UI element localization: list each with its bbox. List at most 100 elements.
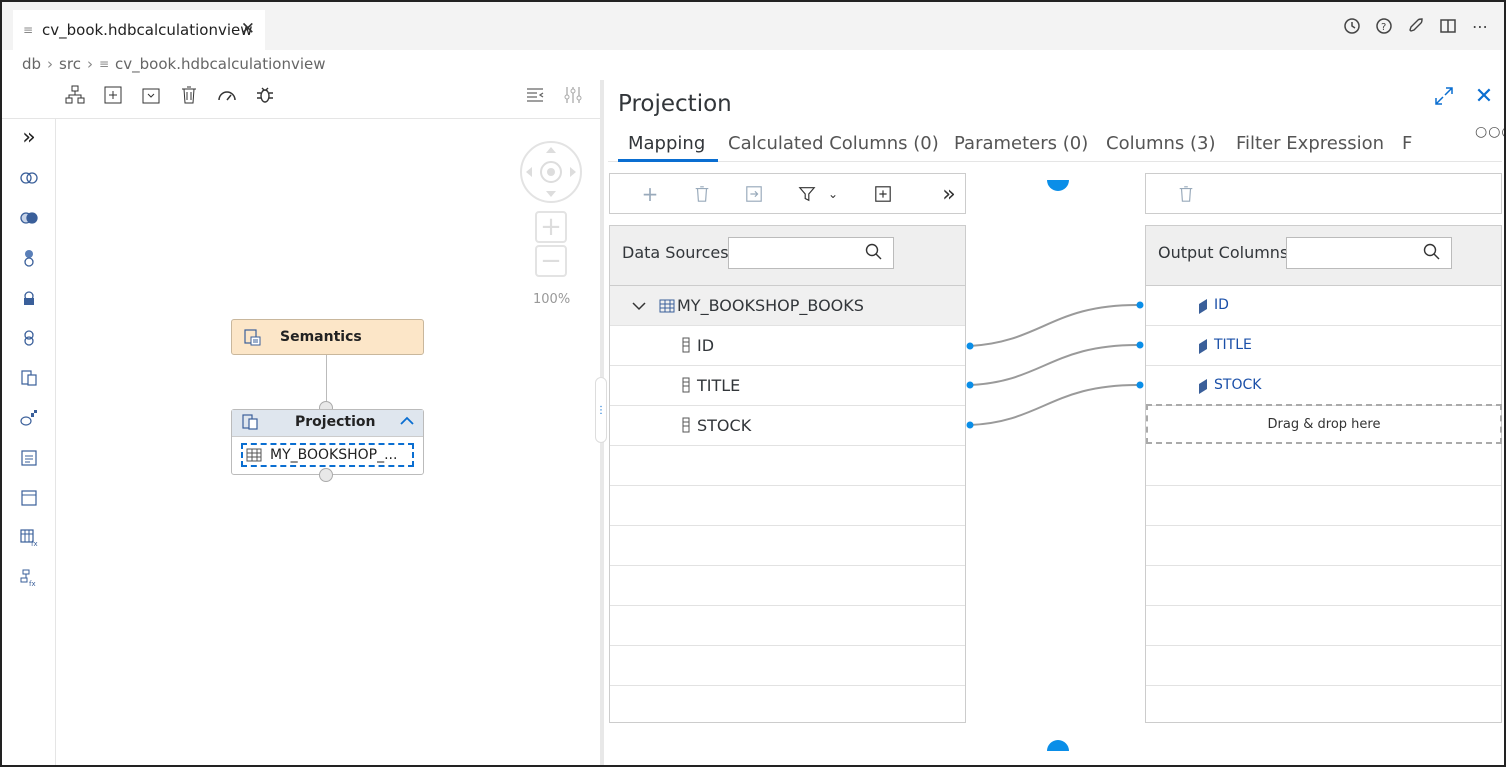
breadcrumb-db[interactable]: db	[22, 55, 41, 73]
mapping-handle	[1136, 301, 1144, 309]
zoom-out-button[interactable]: −	[535, 245, 567, 277]
mapping-line-title	[969, 343, 1141, 386]
table-row[interactable]: STOCK	[610, 406, 965, 446]
table-row[interactable]: TITLE	[610, 366, 965, 406]
more-tabs-icon[interactable]: ○○○	[1475, 124, 1504, 140]
help-icon[interactable]: ?	[1374, 16, 1394, 36]
join-node-icon[interactable]	[18, 167, 40, 189]
semantics-node-icon	[244, 329, 262, 351]
table-row[interactable]: TITLE	[1146, 326, 1501, 366]
data-sources-panel: Data Sources MY_BOOKSHOP_BOOKS ID TITLE	[609, 225, 966, 723]
settings-sliders-icon[interactable]	[562, 84, 584, 106]
semantics-node[interactable]: Semantics	[231, 319, 424, 355]
add-to-output-icon[interactable]	[872, 183, 894, 205]
splitter-grip-icon[interactable]: ⋮	[595, 377, 607, 443]
hierarchy-function-icon[interactable]: fx	[18, 567, 40, 589]
close-tab-icon[interactable]: ✕	[241, 19, 255, 39]
collapse-panel-icon[interactable]	[524, 84, 546, 106]
data-sources-search-input[interactable]	[728, 237, 894, 269]
delete-icon[interactable]	[178, 84, 200, 106]
empty-row	[610, 526, 965, 566]
drop-target-zone[interactable]: Drag & drop here	[1146, 404, 1502, 444]
maximize-icon[interactable]	[1433, 85, 1455, 107]
tab-overflow[interactable]: F	[1402, 133, 1412, 154]
table-function-icon[interactable]: fx	[18, 527, 40, 549]
filter-icon[interactable]	[796, 183, 818, 205]
output-column-label: STOCK	[1214, 377, 1262, 393]
non-equi-join-icon[interactable]	[18, 207, 40, 229]
close-panel-icon[interactable]: ✕	[1473, 84, 1495, 109]
source-toolbar: + ⌄ »	[609, 173, 966, 214]
table-row[interactable]: STOCK	[1146, 366, 1501, 406]
empty-row	[610, 646, 965, 686]
mapping-handle	[966, 421, 974, 429]
empty-row	[1146, 446, 1501, 486]
output-columns-search-input[interactable]	[1286, 237, 1452, 269]
rocket-icon[interactable]	[1406, 16, 1426, 36]
search-icon[interactable]	[865, 243, 883, 265]
debug-bug-icon[interactable]	[254, 84, 276, 106]
auto-layout-icon[interactable]	[64, 84, 86, 106]
table-icon	[246, 448, 262, 462]
tab-filter-expression[interactable]: Filter Expression	[1236, 133, 1384, 154]
attribute-icon	[1197, 338, 1209, 358]
empty-row	[610, 486, 965, 526]
union-node-icon[interactable]	[18, 247, 40, 269]
table-row[interactable]: ID	[1146, 286, 1501, 326]
tab-parameters[interactable]: Parameters (0)	[954, 133, 1088, 154]
expand-node-icon[interactable]	[140, 84, 162, 106]
pan-navigation-control[interactable]	[520, 141, 582, 203]
file-lines-icon: ≡	[23, 23, 34, 37]
table-icon	[659, 298, 675, 317]
projection-datasource-item[interactable]: MY_BOOKSHOP_...	[241, 443, 414, 467]
tab-calculated-columns[interactable]: Calculated Columns (0)	[728, 133, 939, 154]
scroll-down-handle[interactable]	[1047, 740, 1069, 751]
split-editor-icon[interactable]	[1438, 16, 1458, 36]
column-icon	[682, 417, 690, 437]
datasource-group-row[interactable]: MY_BOOKSHOP_BOOKS	[610, 286, 965, 326]
file-lines-icon: ≡	[98, 57, 110, 71]
tab-mapping[interactable]: Mapping	[628, 133, 705, 154]
search-icon[interactable]	[1423, 243, 1441, 265]
performance-gauge-icon[interactable]	[216, 84, 238, 106]
intersect-node-icon[interactable]	[18, 287, 40, 309]
editor-tab[interactable]: ≡ cv_book.hdbcalculationview ✕	[13, 10, 265, 50]
projection-node[interactable]: Projection MY_BOOKSHOP_...	[231, 409, 424, 475]
breadcrumb-src[interactable]: src	[59, 55, 81, 73]
projection-node-icon[interactable]	[18, 367, 40, 389]
add-node-icon[interactable]	[102, 84, 124, 106]
source-column-label: ID	[697, 336, 715, 355]
semantics-node-label: Semantics	[280, 329, 362, 345]
add-icon[interactable]: +	[639, 182, 661, 206]
zoom-level-label: 100%	[533, 292, 571, 307]
minus-node-icon[interactable]	[18, 327, 40, 349]
output-port[interactable]	[319, 468, 333, 482]
chevron-down-icon[interactable]	[632, 298, 646, 317]
zoom-in-button[interactable]: +	[535, 211, 567, 243]
chevron-down-icon[interactable]: ⌄	[822, 183, 844, 205]
replace-source-icon[interactable]	[743, 183, 765, 205]
breadcrumb-file[interactable]: cv_book.hdbcalculationview	[115, 55, 326, 73]
mapping-line-id	[969, 303, 1141, 347]
scroll-up-handle[interactable]	[1047, 180, 1069, 191]
aggregation-node-icon[interactable]	[18, 407, 40, 429]
history-icon[interactable]	[1342, 16, 1362, 36]
chevron-up-icon[interactable]	[400, 413, 414, 432]
table-row[interactable]: ID	[610, 326, 965, 366]
empty-row	[1146, 566, 1501, 606]
source-column-label: TITLE	[697, 376, 741, 395]
delete-output-icon[interactable]	[1175, 183, 1197, 205]
tab-columns[interactable]: Columns (3)	[1106, 133, 1216, 154]
more-actions-icon[interactable]: ⋯	[1470, 16, 1490, 36]
datasource-group-label: MY_BOOKSHOP_BOOKS	[677, 296, 864, 315]
overflow-chevron-icon[interactable]: »	[938, 182, 960, 207]
rank-node-icon[interactable]	[18, 447, 40, 469]
editor-tab-label: cv_book.hdbcalculationview	[42, 21, 253, 39]
output-columns-header: Output Columns	[1145, 225, 1502, 286]
window-function-icon[interactable]	[18, 487, 40, 509]
empty-row	[1146, 486, 1501, 526]
output-column-label: TITLE	[1214, 337, 1252, 353]
delete-icon[interactable]	[691, 183, 713, 205]
expand-palette-icon[interactable]: »	[18, 125, 40, 150]
output-columns-label: Output Columns	[1158, 243, 1289, 262]
